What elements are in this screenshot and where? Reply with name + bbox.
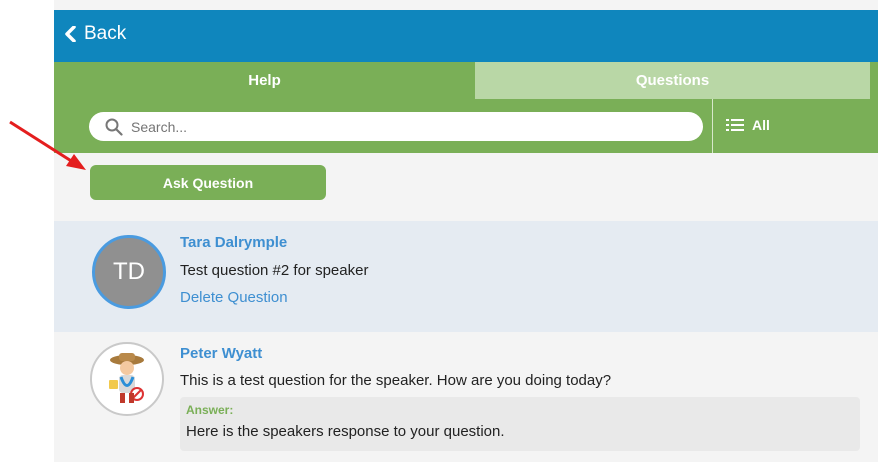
annotation-arrow-icon bbox=[9, 120, 86, 170]
answer-text: Here is the speakers response to your qu… bbox=[186, 423, 505, 440]
chevron-left-icon bbox=[65, 26, 76, 42]
question-text: This is a test question for the speaker.… bbox=[180, 372, 612, 389]
list-icon bbox=[726, 119, 744, 131]
search-divider bbox=[712, 99, 713, 153]
tab-questions[interactable]: Questions bbox=[475, 62, 870, 99]
ask-question-button[interactable]: Ask Question bbox=[90, 165, 326, 200]
avatar bbox=[90, 342, 164, 416]
question-author[interactable]: Tara Dalrymple bbox=[180, 234, 287, 251]
top-bar: Back bbox=[54, 10, 878, 62]
question-item: TD Tara Dalrymple Test question #2 for s… bbox=[54, 221, 878, 332]
search-field[interactable] bbox=[89, 112, 703, 141]
filter-button[interactable]: All bbox=[726, 117, 770, 133]
question-text: Test question #2 for speaker bbox=[180, 262, 369, 279]
tab-bar-edge bbox=[870, 62, 878, 99]
tab-bar: Help Questions bbox=[54, 62, 878, 99]
tab-help[interactable]: Help bbox=[54, 62, 475, 99]
back-button[interactable]: Back bbox=[64, 23, 126, 45]
filter-label: All bbox=[752, 117, 770, 133]
search-input[interactable] bbox=[129, 117, 693, 136]
back-label: Back bbox=[84, 23, 127, 44]
ask-section: Ask Question bbox=[54, 153, 878, 221]
answer-box: Answer: Here is the speakers response to… bbox=[180, 397, 860, 451]
question-item: Peter Wyatt This is a test question for … bbox=[54, 332, 878, 462]
cartoon-mascot-icon bbox=[109, 353, 144, 403]
avatar: TD bbox=[92, 235, 166, 309]
search-icon bbox=[105, 118, 123, 136]
search-bar: All bbox=[54, 99, 878, 153]
answer-label: Answer: bbox=[186, 403, 234, 417]
delete-question-link[interactable]: Delete Question bbox=[180, 289, 288, 306]
app-window: Back Help Questions All bbox=[54, 0, 878, 462]
question-author[interactable]: Peter Wyatt bbox=[180, 345, 262, 362]
